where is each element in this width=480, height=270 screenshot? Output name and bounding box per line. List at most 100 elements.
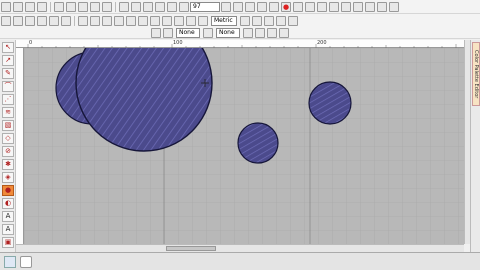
- settings-icon[interactable]: [317, 1, 327, 12]
- align-left-icon[interactable]: [13, 15, 23, 26]
- units-select[interactable]: Metric: [211, 15, 237, 26]
- outline-icon[interactable]: [174, 15, 184, 26]
- ruler-label-100: 100: [173, 40, 183, 46]
- property-toolbar: None None: [0, 27, 480, 39]
- zoom-fit-icon[interactable]: [221, 1, 231, 12]
- fill-style-select[interactable]: None: [176, 27, 200, 38]
- satin-stitch-icon[interactable]: [90, 15, 100, 26]
- grid-icon[interactable]: [233, 1, 243, 12]
- motif-icon[interactable]: [150, 15, 160, 26]
- property-b-icon[interactable]: [255, 27, 265, 38]
- column-tool-icon[interactable]: ⋰: [2, 94, 14, 105]
- circle-tool-icon[interactable]: ●: [2, 185, 14, 196]
- ruler-label-200: 200: [317, 40, 327, 46]
- horizontal-scroll-thumb[interactable]: [166, 246, 216, 251]
- stitch-view-icon[interactable]: [269, 1, 279, 12]
- export-icon[interactable]: [377, 1, 387, 12]
- help-icon[interactable]: [329, 1, 339, 12]
- property-c-icon[interactable]: [267, 27, 277, 38]
- magnifier-icon[interactable]: [179, 1, 189, 12]
- lettering-icon[interactable]: [126, 15, 136, 26]
- applique-icon[interactable]: [114, 15, 124, 26]
- monogram-icon[interactable]: [138, 15, 148, 26]
- bezier-tool-icon[interactable]: ⌒: [2, 81, 14, 92]
- hand-pan-icon[interactable]: [167, 1, 177, 12]
- main-toolbar: 97 ●: [0, 0, 480, 14]
- open-file-icon[interactable]: [13, 1, 23, 12]
- text-tool-icon[interactable]: A: [2, 211, 14, 222]
- new-file-icon[interactable]: [1, 1, 11, 12]
- knife-tool-icon[interactable]: ⊘: [2, 146, 14, 157]
- fill-tool-icon[interactable]: ▧: [2, 120, 14, 131]
- wand-icon[interactable]: [365, 1, 375, 12]
- property-d-icon[interactable]: [279, 27, 289, 38]
- view-toolbar: Metric: [0, 14, 480, 28]
- outline-style-select[interactable]: None: [216, 27, 240, 38]
- arrow-tool-icon[interactable]: ↖: [2, 42, 14, 53]
- horizontal-scrollbar[interactable]: [16, 244, 464, 252]
- select-icon[interactable]: [131, 1, 141, 12]
- satin-column-tool-icon[interactable]: ≋: [2, 107, 14, 118]
- pen-tool-icon[interactable]: ✎: [2, 68, 14, 79]
- stop-icon[interactable]: [305, 1, 315, 12]
- arc-tool-icon[interactable]: ◐: [2, 198, 14, 209]
- density-icon[interactable]: [276, 15, 286, 26]
- ruler-ticks: [27, 44, 457, 48]
- align-center-icon[interactable]: [25, 15, 35, 26]
- print-icon[interactable]: [37, 1, 47, 12]
- fill-pattern-icon[interactable]: [163, 27, 173, 38]
- image-tool-icon[interactable]: ▣: [2, 237, 14, 248]
- crossstitch-icon[interactable]: [162, 15, 172, 26]
- star-tool-icon[interactable]: ✱: [2, 159, 14, 170]
- toolbar-separator: [50, 1, 51, 12]
- toolbar-separator: [74, 15, 75, 26]
- canvas-drawing: [24, 48, 464, 244]
- left-toolbox: ↖ ↗ ✎ ⌒ ⋰ ≋ ▧ ◇ ⊘ ✱ ◈ ● ◐ A A ▣: [0, 40, 16, 256]
- shape-tool-icon[interactable]: ◈: [2, 172, 14, 183]
- trace-icon[interactable]: [186, 15, 196, 26]
- zoom-level-input[interactable]: 97: [190, 1, 220, 12]
- options-icon[interactable]: [252, 15, 262, 26]
- group-icon[interactable]: [49, 15, 59, 26]
- machine-icon[interactable]: [389, 1, 399, 12]
- horizontal-ruler: 0 100 200: [16, 40, 464, 48]
- align-right-icon[interactable]: [37, 15, 47, 26]
- ungroup-icon[interactable]: [61, 15, 71, 26]
- medium-circle-center[interactable]: [237, 122, 279, 164]
- paste-icon[interactable]: [78, 1, 88, 12]
- ruler-icon[interactable]: [245, 1, 255, 12]
- play-icon[interactable]: [293, 1, 303, 12]
- snap-icon[interactable]: [1, 15, 11, 26]
- ruler-label-0: 0: [29, 40, 33, 46]
- zoom-out-icon[interactable]: [155, 1, 165, 12]
- fill-type-icon[interactable]: [151, 27, 161, 38]
- property-a-icon[interactable]: [243, 27, 253, 38]
- cut-icon[interactable]: [54, 1, 64, 12]
- copy-icon[interactable]: [66, 1, 76, 12]
- design-canvas[interactable]: [24, 48, 464, 244]
- run-stitch-icon[interactable]: [102, 15, 112, 26]
- zoom-in-icon[interactable]: [143, 1, 153, 12]
- outline-type-icon[interactable]: [203, 27, 213, 38]
- record-icon[interactable]: ●: [281, 1, 291, 12]
- measure-icon[interactable]: [240, 15, 250, 26]
- monogram-tool-icon[interactable]: A: [2, 224, 14, 235]
- status-bar: [0, 252, 480, 270]
- reshape-tool-icon[interactable]: ↗: [2, 55, 14, 66]
- thread-chart-icon[interactable]: [264, 15, 274, 26]
- color-palette-editor-tab[interactable]: Color Palette Editor: [472, 42, 480, 106]
- globe-icon[interactable]: [198, 15, 208, 26]
- fill-stitch-icon[interactable]: [78, 15, 88, 26]
- taskbar-app-icon[interactable]: [4, 256, 16, 268]
- save-icon[interactable]: [25, 1, 35, 12]
- pointer-tool-icon[interactable]: [119, 1, 129, 12]
- medium-circle-right[interactable]: [308, 81, 352, 125]
- diamond-tool-icon[interactable]: ◇: [2, 133, 14, 144]
- undo-icon[interactable]: [90, 1, 100, 12]
- thread-icon[interactable]: [353, 1, 363, 12]
- taskbar-document-icon[interactable]: [20, 256, 32, 268]
- hoop-icon[interactable]: [257, 1, 267, 12]
- redo-icon[interactable]: [102, 1, 112, 12]
- color-icon[interactable]: [341, 1, 351, 12]
- underlay-icon[interactable]: [288, 15, 298, 26]
